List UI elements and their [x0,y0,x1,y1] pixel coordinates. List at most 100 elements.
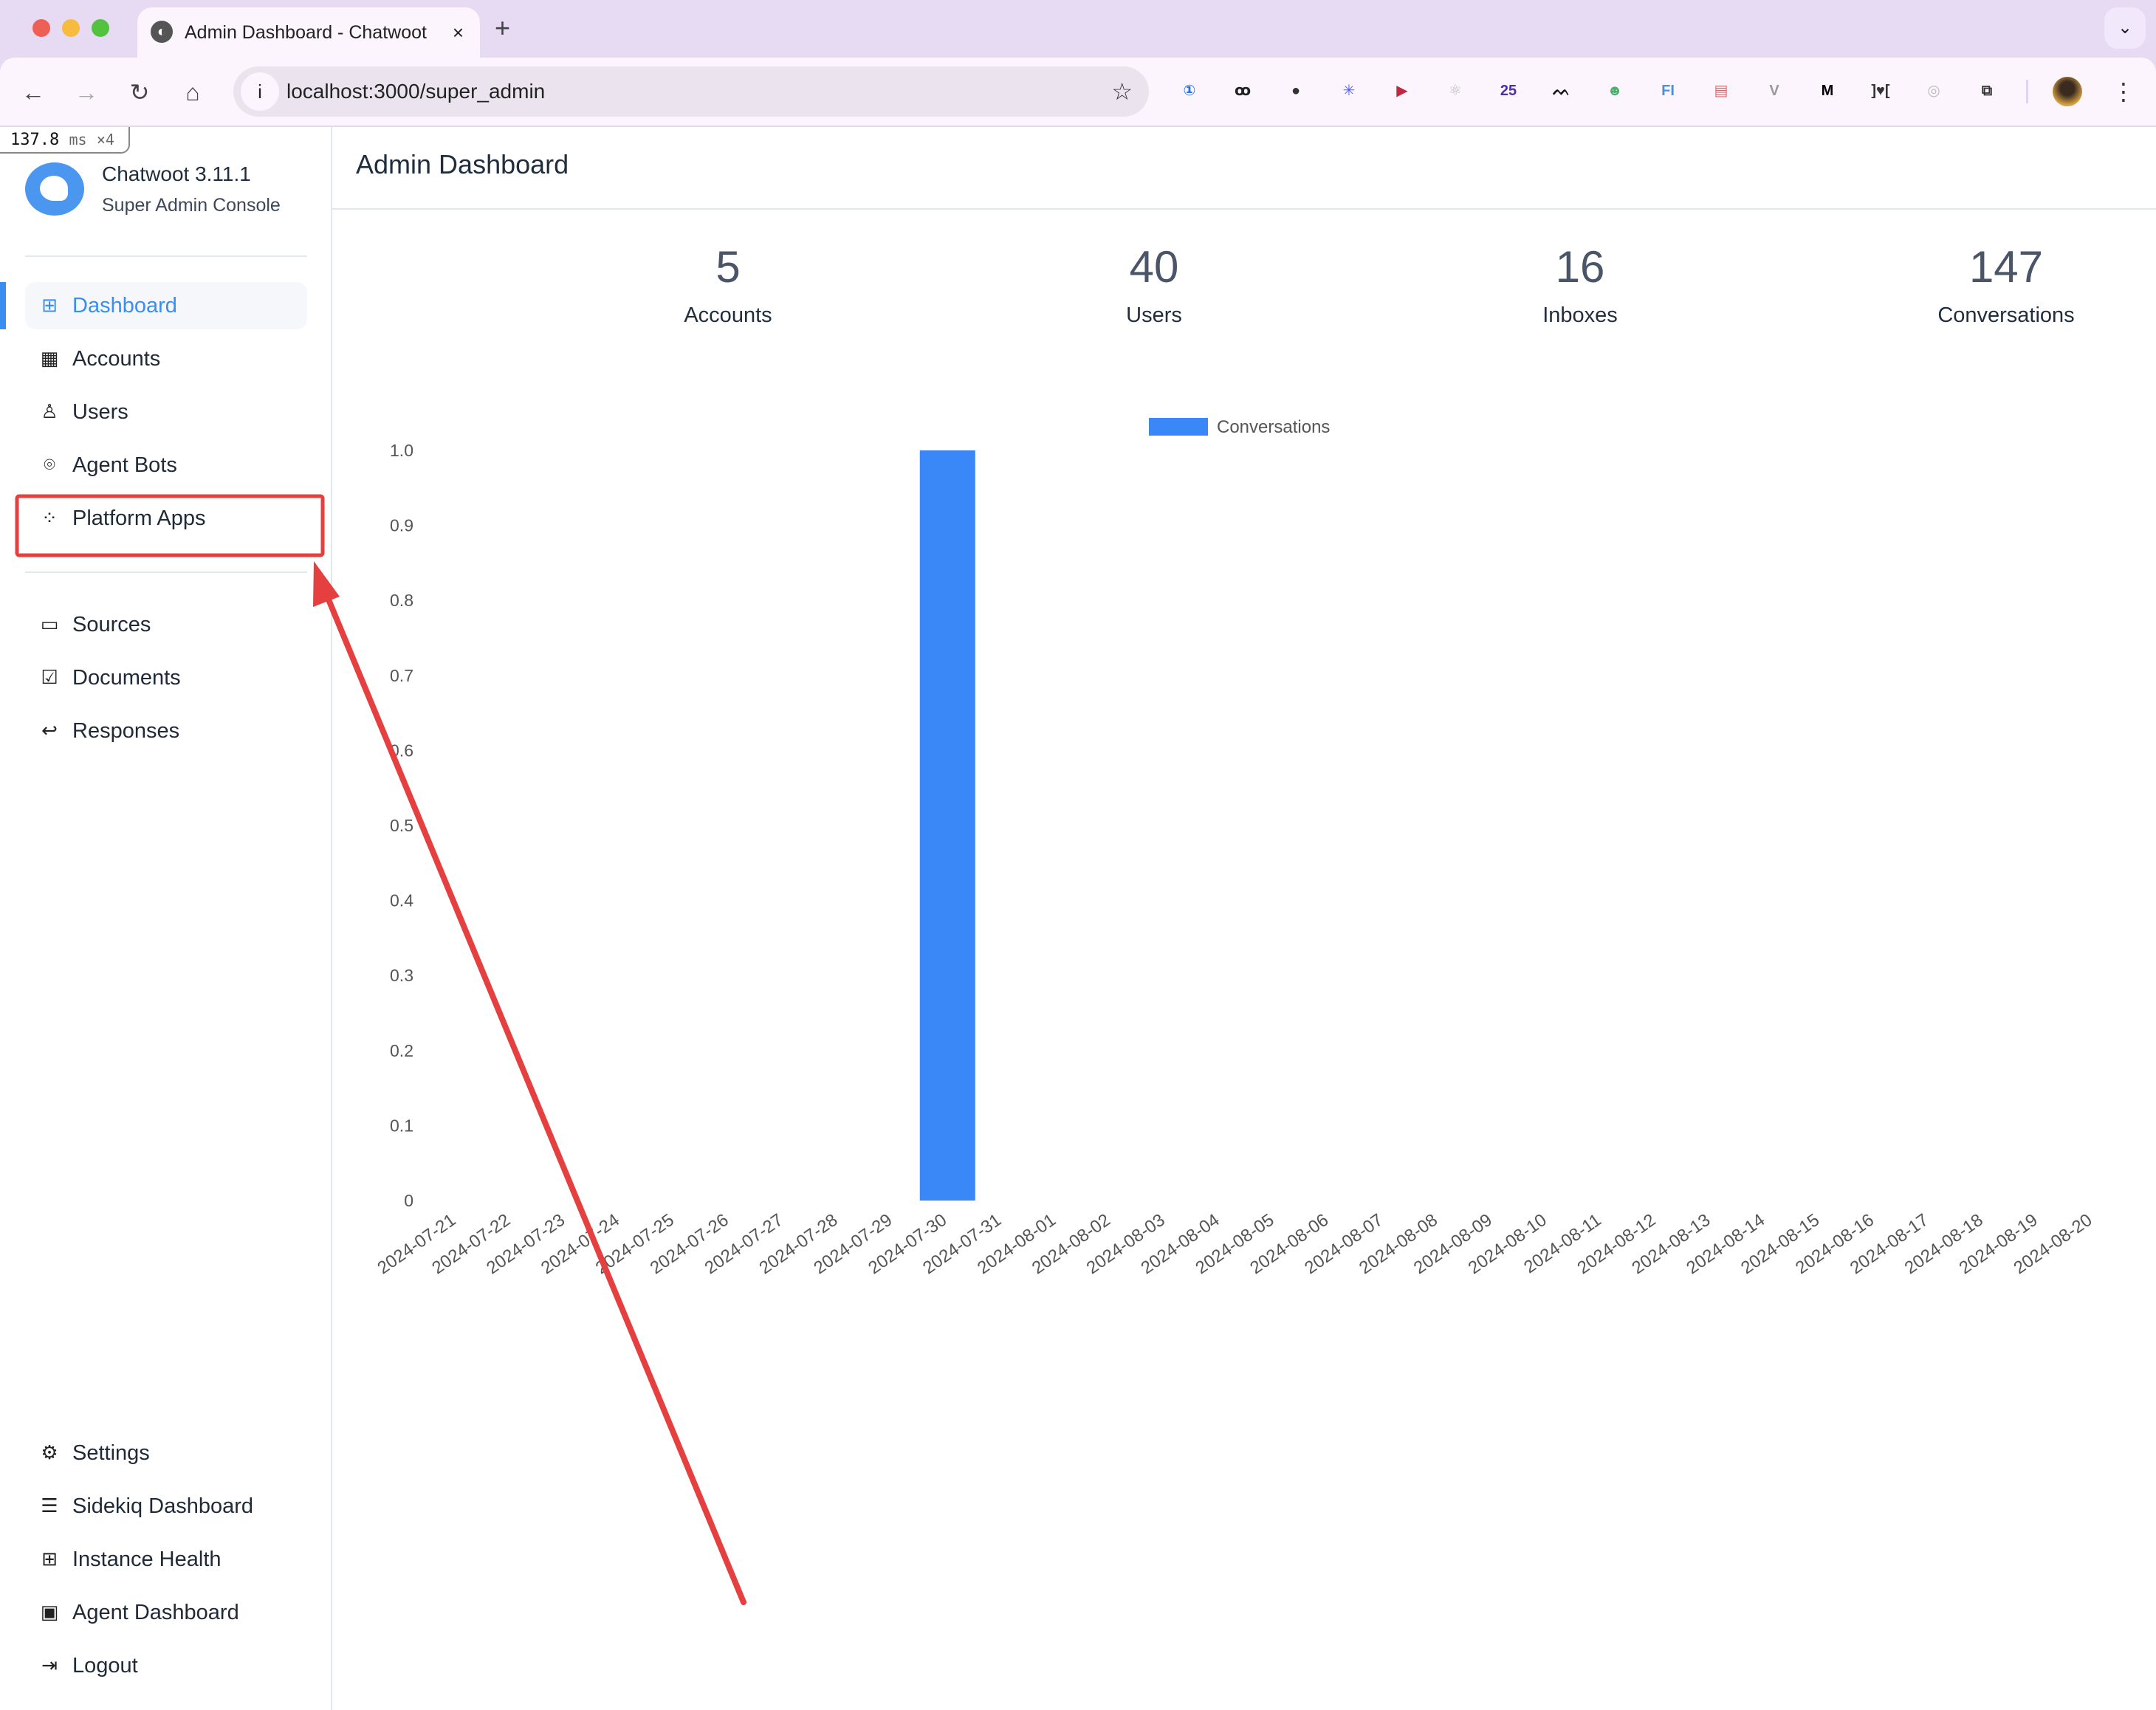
sidebar-item-agent-bots[interactable]: ⌾ Agent Bots [25,442,307,489]
x-tick-label: 2024-08-10 [1465,1210,1551,1279]
y-tick-label: 1.0 [390,441,413,460]
user-check-icon: ♙ [41,400,58,422]
sidebar-item-accounts[interactable]: ▦ Accounts [25,335,307,382]
mountain-extension-icon[interactable]: ᨓ [1549,78,1574,103]
profile-avatar[interactable] [2053,77,2082,106]
x-tick-label: 2024-07-30 [865,1210,950,1279]
stat-conversations: 147 Conversations [1799,238,2156,331]
minimize-window-button[interactable] [62,19,80,37]
stat-label: Inboxes [1542,303,1618,327]
y-tick-label: 0.6 [390,741,413,760]
x-tick-label: 2024-07-28 [755,1210,841,1279]
x-tick-label: 2024-08-02 [1029,1210,1114,1279]
maximize-window-button[interactable] [92,19,109,37]
sidebar-item-label: Documents [72,666,181,690]
legend-label: Conversations [1217,417,1330,437]
conversations-chart: Conversations 0 0.1 0.2 0.3 0.4 0.5 0.6 0.7 0.8 0.… [374,417,2095,1279]
vue-extension-icon[interactable]: V [1762,78,1787,103]
site-info-icon[interactable]: i [241,72,279,111]
x-tick-label: 2024-07-31 [919,1210,1005,1279]
sidebar-item-label: Sources [72,613,151,636]
sidebar-item-agent-dashboard[interactable]: ▣ Agent Dashboard [25,1589,307,1636]
x-tick-label: 2024-07-23 [483,1210,569,1279]
apps-icon: ⁘ [41,507,58,529]
m-extension-icon[interactable]: M [1815,78,1840,103]
new-tab-button[interactable]: + [495,13,510,43]
glasses-extension-icon[interactable]: ꝏ [1230,78,1255,103]
page-title: Admin Dashboard [356,149,569,179]
x-tick-label: 2024-08-18 [1901,1210,1987,1279]
sidebar-item-label: Agent Dashboard [72,1601,239,1624]
stat-label: Conversations [1937,303,2075,327]
fi-extension-icon[interactable]: FI [1655,78,1680,103]
cat-extension-icon[interactable]: ● [1283,78,1308,103]
sidebar-item-instance-health[interactable]: ⊞ Instance Health [25,1536,307,1583]
main-content: Admin Dashboard 5 Accounts 40 Users 16 I… [332,127,2156,1710]
reload-button[interactable]: ↻ [123,75,157,109]
y-tick-label: 0.9 [390,516,413,535]
sidebar-item-documents[interactable]: ☑ Documents [25,654,307,701]
perf-value: 137.8 [10,131,60,149]
stat-value: 16 [1555,242,1605,292]
1password-extension-icon[interactable]: ① [1177,78,1202,103]
x-tick-label: 2024-08-07 [1301,1210,1387,1279]
x-tick-label: 2024-08-06 [1246,1210,1332,1279]
asterisk-extension-icon[interactable]: ✳ [1336,78,1362,103]
stat-value: 147 [1968,242,2044,292]
sidebar-item-settings[interactable]: ⚙ Settings [25,1429,307,1477]
address-bar[interactable]: i localhost:3000/super_admin ☆ [233,66,1149,117]
bot-icon: ⌾ [44,453,55,475]
browser-menu-icon[interactable]: ⋮ [2112,72,2135,111]
building-icon: ▦ [40,347,59,369]
x-tick-label: 2024-07-29 [810,1210,896,1279]
puzzle-extension-icon[interactable]: ⧉ [1974,78,1999,103]
y-tick-label: 0.8 [390,591,413,610]
bar-2024-07-30 [919,450,975,1201]
play-extension-icon[interactable]: ▶ [1390,78,1415,103]
x-tick-label: 2024-08-11 [1520,1210,1605,1278]
back-button[interactable]: ← [16,75,50,109]
globe-icon: ◐ [151,21,173,43]
reply-icon: ↩ [41,719,58,741]
stat-value: 5 [715,242,741,292]
y-tick-label: 0.3 [390,966,413,985]
ring-extension-icon[interactable]: ◎ [1921,78,1946,103]
sidebar-item-platform-apps[interactable]: ⁘ Platform Apps [25,495,307,542]
sidebar-item-label: Agent Bots [72,453,177,477]
x-tick-label: 2024-08-14 [1683,1210,1768,1279]
home-button[interactable]: ⌂ [176,75,210,109]
sidebar-item-responses[interactable]: ↩ Responses [25,707,307,755]
sidebar-item-label: Accounts [72,347,161,371]
sidebar-item-label: Settings [72,1441,150,1465]
browser-tab[interactable]: ◐ Admin Dashboard - Chatwoot × [137,7,480,58]
sidebar-item-label: Instance Health [72,1548,222,1571]
health-icon: ⊞ [41,1548,58,1570]
tab-close-icon[interactable]: × [453,18,464,47]
x-tick-label: 2024-08-16 [1792,1210,1878,1279]
sidebar-item-dashboard[interactable]: ⊞ Dashboard [25,282,307,329]
sidebar-item-label: Dashboard [72,294,177,317]
chatwoot-logo [25,162,84,216]
close-window-button[interactable] [32,19,50,37]
sidebar-item-sidekiq-dashboard[interactable]: ☰ Sidekiq Dashboard [25,1483,307,1530]
sidebar-item-users[interactable]: ♙ Users [25,388,307,436]
bookmark-star-icon[interactable]: ☆ [1111,66,1133,117]
sliders-icon: ☰ [41,1494,58,1517]
x-tick-label: 2024-08-05 [1192,1210,1277,1279]
badge-extension-icon[interactable]: 25 [1496,78,1521,103]
notes-extension-icon[interactable]: ▤ [1709,78,1734,103]
sidebar-item-sources[interactable]: ▭ Sources [25,601,307,648]
x-tick-label: 2024-07-24 [538,1210,623,1279]
url-text[interactable]: localhost:3000/super_admin [286,66,545,117]
dashboard-icon: ▣ [40,1601,59,1623]
robot-extension-icon[interactable]: ☻ [1602,78,1627,103]
sidebar-item-logout[interactable]: ⇥ Logout [25,1642,307,1689]
x-tick-label: 2024-08-09 [1410,1210,1496,1279]
bracket-extension-icon[interactable]: ]♥[ [1868,78,1893,103]
x-tick-label: 2024-08-20 [2010,1210,2095,1279]
react-extension-icon[interactable]: ⚛ [1443,78,1468,103]
sidebar-item-label: Responses [72,719,180,743]
chevron-down-icon: ⌄ [2117,18,2133,38]
tab-search-button[interactable]: ⌄ [2104,7,2146,49]
forward-button[interactable]: → [69,75,103,109]
